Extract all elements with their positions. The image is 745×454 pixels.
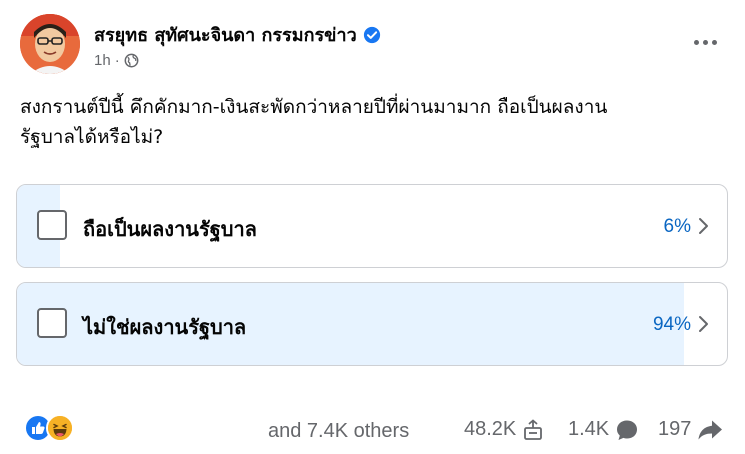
forward-arrow-icon — [698, 420, 723, 439]
comment-icon — [617, 420, 638, 440]
share-count[interactable]: 48.2K — [464, 418, 544, 441]
poll-option[interactable]: ไม่ใช่ผลงานรัฐบาล 94% — [16, 282, 728, 366]
post-text: สงกรานต์ปีนี้ คึกคักมาก-เงินสะพัดกว่าหลา… — [20, 92, 720, 152]
comment-count[interactable]: 1.4K — [568, 418, 639, 441]
reaction-others-text[interactable]: and 7.4K others — [268, 420, 409, 443]
meta-separator: · — [114, 52, 120, 69]
forward-count[interactable]: 197 — [658, 418, 723, 441]
globe-icon[interactable] — [124, 53, 139, 68]
share-count-text: 48.2K — [464, 418, 517, 440]
comment-count-text: 1.4K — [568, 418, 610, 440]
author-avatar[interactable] — [20, 14, 80, 74]
more-dot-icon — [693, 39, 699, 45]
post-meta: 1h · — [94, 52, 139, 69]
haha-icon — [46, 414, 74, 442]
more-dot-icon — [711, 39, 717, 45]
poll-option-percent: 6% — [663, 216, 691, 237]
poll-option[interactable]: ถือเป็นผลงานรัฐบาล 6% — [16, 184, 728, 268]
poll-checkbox[interactable] — [37, 308, 67, 338]
forward-count-text: 197 — [658, 418, 692, 440]
poll-option-percent: 94% — [652, 314, 691, 335]
poll-option-label: ถือเป็นผลงานรัฐบาล — [83, 217, 257, 241]
share-icon — [524, 418, 543, 440]
verified-badge-icon — [363, 26, 380, 43]
chevron-right-icon — [699, 316, 708, 332]
poll-option-label: ไม่ใช่ผลงานรัฐบาล — [83, 315, 247, 339]
poll-checkbox[interactable] — [37, 210, 67, 240]
post-timestamp[interactable]: 1h — [94, 52, 111, 69]
post-header: สรยุทธ สุทัศนะจินดา กรรมกรข่าว 1h · — [20, 14, 725, 78]
post-text-line: สงกรานต์ปีนี้ คึกคักมาก-เงินสะพัดกว่าหลา… — [20, 96, 608, 118]
more-dot-icon — [702, 39, 708, 45]
author-name-text[interactable]: สรยุทธ สุทัศนะจินดา กรรมกรข่าว — [94, 20, 357, 49]
author-name[interactable]: สรยุทธ สุทัศนะจินดา กรรมกรข่าว — [94, 20, 381, 49]
reaction-summary[interactable] — [24, 414, 74, 442]
post-text-line: รัฐบาลได้หรือไม่? — [20, 126, 164, 148]
chevron-right-icon — [699, 218, 708, 234]
post-footer: and 7.4K others 48.2K 1.4K 197 — [20, 414, 729, 448]
more-options-button[interactable] — [685, 30, 725, 54]
